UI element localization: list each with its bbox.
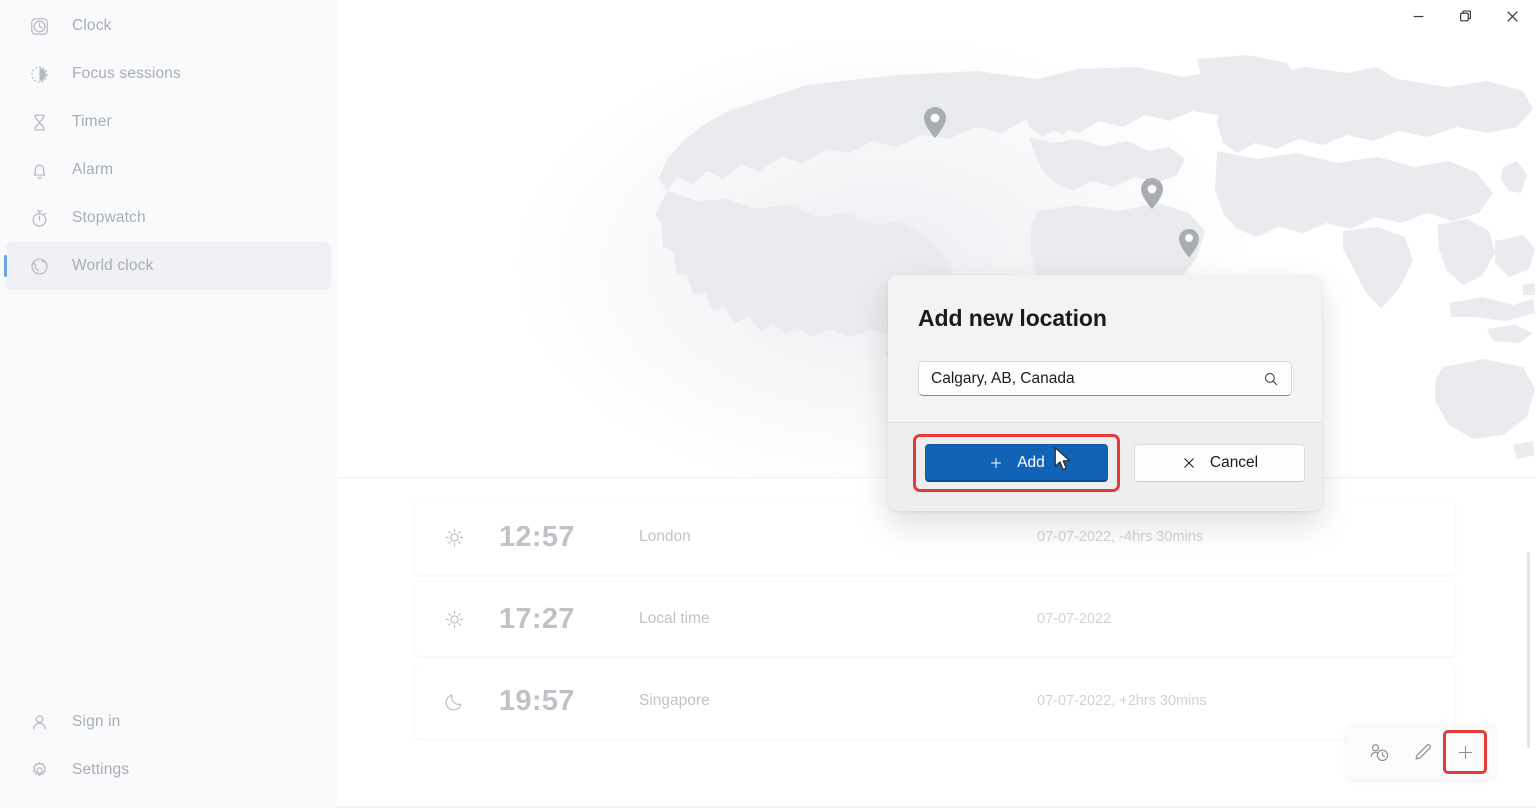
sidebar-item-label: Timer xyxy=(72,113,112,130)
add-button[interactable]: Add xyxy=(925,444,1108,482)
dialog-footer: Add Cancel xyxy=(888,422,1322,511)
clock-icon xyxy=(24,11,54,41)
clock-place: Singapore xyxy=(639,692,710,709)
clock-meta: 07-07-2022, +2hrs 30mins xyxy=(1037,693,1207,709)
sidebar-item-alarm[interactable]: Alarm xyxy=(6,146,331,194)
sidebar-item-timer[interactable]: Timer xyxy=(6,98,331,146)
selection-indicator xyxy=(4,255,7,277)
content-area: 12:57 London 07-07-2022, -4hrs 30mins 17… xyxy=(337,0,1536,808)
location-search-value: Calgary, AB, Canada xyxy=(931,369,1075,387)
globe-icon xyxy=(24,251,54,281)
compare-icon[interactable] xyxy=(1357,732,1401,772)
table-row[interactable]: 19:57 Singapore 07-07-2022, +2hrs 30mins xyxy=(414,663,1456,739)
search-icon[interactable] xyxy=(1263,371,1279,387)
maximize-button[interactable] xyxy=(1442,0,1489,32)
minimize-button[interactable] xyxy=(1395,0,1442,32)
moon-icon xyxy=(437,691,471,712)
close-icon xyxy=(1181,455,1197,471)
add-new-location-dialog: Add new location Calgary, AB, Canada Add… xyxy=(888,275,1322,511)
focus-icon xyxy=(24,59,54,89)
sidebar-item-label: World clock xyxy=(72,257,154,274)
sidebar-item-label: Sign in xyxy=(72,713,121,730)
title-bar xyxy=(337,0,1536,42)
sidebar-header-clock[interactable]: Clock xyxy=(6,2,331,50)
sun-icon xyxy=(437,527,471,548)
sidebar-item-stopwatch[interactable]: Stopwatch xyxy=(6,194,331,242)
sidebar: Clock Focus sessions Timer Alarm Stopwat… xyxy=(0,0,337,808)
clock-meta: 07-07-2022, -4hrs 30mins xyxy=(1037,529,1204,545)
sidebar-primary-nav: Clock Focus sessions Timer Alarm Stopwat… xyxy=(0,2,337,290)
clock-place: Local time xyxy=(639,610,710,627)
sidebar-item-label: Stopwatch xyxy=(72,209,146,226)
clock-time: 12:57 xyxy=(499,520,575,553)
sidebar-secondary-nav: Sign in Settings xyxy=(0,698,337,808)
sidebar-item-settings[interactable]: Settings xyxy=(6,746,331,794)
sidebar-item-label: Settings xyxy=(72,761,130,778)
bell-icon xyxy=(24,155,54,185)
sidebar-item-sign-in[interactable]: Sign in xyxy=(6,698,331,746)
sidebar-header-label: Clock xyxy=(72,17,112,34)
clock-place: London xyxy=(639,528,691,545)
plus-icon xyxy=(988,455,1004,471)
cancel-button-label: Cancel xyxy=(1209,454,1259,471)
sidebar-item-focus-sessions[interactable]: Focus sessions xyxy=(6,50,331,98)
location-search-input[interactable]: Calgary, AB, Canada xyxy=(918,361,1292,396)
clock-app-window: Clock Focus sessions Timer Alarm Stopwat… xyxy=(0,0,1536,808)
person-icon xyxy=(24,707,54,737)
cancel-button[interactable]: Cancel xyxy=(1134,444,1305,482)
vertical-scrollbar[interactable] xyxy=(1527,552,1530,748)
close-button[interactable] xyxy=(1489,0,1536,32)
pencil-icon[interactable] xyxy=(1401,732,1445,772)
sidebar-item-world-clock[interactable]: World clock xyxy=(4,242,331,290)
clock-time: 17:27 xyxy=(499,602,575,635)
sidebar-item-label: Focus sessions xyxy=(72,65,181,82)
clock-meta: 07-07-2022 xyxy=(1037,611,1112,627)
clock-time: 19:57 xyxy=(499,684,575,717)
clock-action-bar xyxy=(1347,724,1495,780)
sidebar-item-label: Alarm xyxy=(72,161,114,178)
sun-icon xyxy=(437,609,471,630)
hourglass-icon xyxy=(24,107,54,137)
add-button-highlight: Add xyxy=(913,434,1120,492)
dialog-title: Add new location xyxy=(918,305,1107,331)
add-button-label: Add xyxy=(1017,453,1045,471)
table-row[interactable]: 17:27 Local time 07-07-2022 xyxy=(414,581,1456,657)
stopwatch-icon xyxy=(24,203,54,233)
plus-icon[interactable] xyxy=(1443,730,1487,774)
gear-icon xyxy=(24,755,54,785)
dialog-body: Add new location Calgary, AB, Canada xyxy=(888,275,1322,422)
